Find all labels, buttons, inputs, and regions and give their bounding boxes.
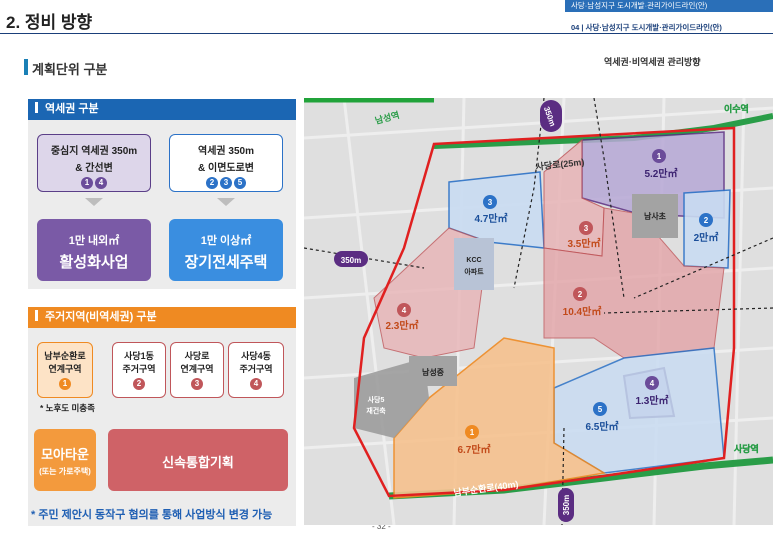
zone-badge: 3	[220, 177, 232, 189]
zone-num: 3	[488, 198, 493, 207]
down-arrow-icon	[85, 198, 103, 206]
school-namsa: 남사초	[644, 211, 667, 221]
zone-badge: 3	[191, 378, 203, 390]
moa-town-label: 모아타운	[41, 447, 89, 462]
revitalization-area: 1만 내외㎡	[68, 235, 120, 247]
recon-1: 사당5	[368, 395, 385, 404]
page: 2. 정비 방향 사당·남성지구 도시개발·관리가이드라인(안) 04 | 사당…	[0, 0, 773, 542]
central-station-zones: 14	[38, 177, 150, 189]
long-term-lease-label: 장기전세주택	[184, 254, 268, 271]
document-title-top: 사당·남성지구 도시개발·관리가이드라인(안)	[565, 0, 773, 12]
recon-2: 재건축	[366, 406, 386, 415]
residential-panel-header: 주거지역(비역세권) 구분	[28, 307, 296, 328]
zone-badge: 1	[59, 378, 71, 390]
long-term-lease-area: 1만 이상㎡	[200, 235, 252, 247]
radius-label-bottom: 350m	[562, 495, 571, 515]
zone-num: 1	[470, 428, 475, 437]
zone-area: 6.5만㎡	[585, 420, 618, 433]
kcc-apt-block	[454, 238, 494, 290]
residential-area-1-line1: 남부순환로	[44, 351, 86, 361]
residential-panel-title: 주거지역(비역세권) 구분	[45, 311, 157, 323]
planning-map: 350m 350m 350m 남성역 이수역 사당역 사당로(25m) 남부순환…	[304, 98, 773, 525]
moa-town-sub: (또는 가로주택)	[39, 467, 91, 476]
residential-area-4-line1: 사당4동	[241, 351, 271, 361]
zone-num: 4	[402, 306, 407, 315]
residential-area-2: 사당1동 주거구역 2	[112, 342, 166, 398]
zone-area: 2만㎡	[694, 231, 719, 244]
apt-kcc-2: 아파트	[464, 267, 484, 276]
residential-area-2-line2: 주거구역	[122, 364, 156, 374]
long-term-lease-box: 1만 이상㎡ 장기전세주택	[169, 219, 283, 281]
residential-area-2-line1: 사당1동	[124, 351, 154, 361]
zone-num: 1	[657, 152, 662, 161]
station-backroad-box: 역세권 350m & 이면도로변 235	[169, 134, 283, 192]
residential-area-3-line2: 연계구역	[180, 364, 214, 374]
zone-badge: 1	[81, 177, 93, 189]
central-station-line1: 중심지 역세권 350m	[50, 146, 138, 157]
central-station-box: 중심지 역세권 350m & 간선변 14	[37, 134, 151, 192]
zone-badge: 4	[95, 177, 107, 189]
zone-area: 6.7만㎡	[457, 443, 490, 456]
apt-kcc-1: KCC	[466, 257, 481, 264]
moa-town-box: 모아타운 (또는 가로주택)	[34, 429, 96, 491]
zone-badge: 4	[250, 378, 262, 390]
zone-area: 5.2만㎡	[644, 167, 677, 180]
residential-area-1-line2: 연계구역	[48, 364, 82, 374]
header-divider	[0, 33, 773, 34]
plan-title: 계획단위 구분	[32, 62, 108, 77]
station-backroad-line1: 역세권 350m	[198, 146, 254, 157]
down-arrow-icon	[217, 198, 235, 206]
radius-label-left: 350m	[341, 256, 361, 265]
zone-num: 5	[598, 405, 603, 414]
footnote: * 주민 제안시 동작구 협의를 통해 사업방식 변경 가능	[31, 509, 273, 521]
school-namseong: 남성중	[422, 367, 445, 377]
zone-num: 3	[584, 224, 589, 233]
fast-track-label: 신속통합기획	[162, 455, 234, 470]
residential-area-3-line1: 사당로	[184, 351, 210, 361]
zone-area: 4.7만㎡	[474, 212, 507, 225]
zone-badge: 2	[133, 378, 145, 390]
residential-area-4-line2: 주거구역	[239, 364, 273, 374]
station-panel-title: 역세권 구분	[45, 103, 99, 115]
zone-area: 1.3만㎡	[635, 394, 668, 407]
section-title: 2. 정비 방향	[6, 13, 93, 32]
zone-num: 4	[650, 379, 655, 388]
zone-area: 10.4만㎡	[563, 305, 602, 318]
zone-area: 2.3만㎡	[385, 319, 418, 332]
station-panel-header: 역세권 구분	[28, 99, 296, 120]
map-svg: 350m 350m 350m 남성역 이수역 사당역 사당로(25m) 남부순환…	[304, 98, 773, 525]
revitalization-label: 활성화사업	[59, 254, 129, 271]
revitalization-box: 1만 내외㎡ 활성화사업	[37, 219, 151, 281]
zone-num: 2	[578, 290, 583, 299]
zone-area: 3.5만㎡	[567, 237, 600, 250]
map-caption: 역세권·비역세권 관리방향	[604, 57, 701, 67]
residential-area-3: 사당로 연계구역 3	[170, 342, 224, 398]
central-station-line2: & 간선변	[75, 163, 113, 174]
station-backroad-zones: 235	[170, 177, 282, 189]
zone-badge: 5	[234, 177, 246, 189]
zone-num: 2	[704, 216, 709, 225]
residential-panel: 주거지역(비역세권) 구분 남부순환로 연계구역 1 사당1동 주거구역 2 사…	[28, 307, 296, 526]
aging-note: * 노후도 미충족	[40, 403, 95, 413]
zone-badge: 2	[206, 177, 218, 189]
residential-area-1: 남부순환로 연계구역 1	[37, 342, 93, 398]
plan-title-marker	[24, 59, 28, 75]
station-area-panel: 역세권 구분 중심지 역세권 350m & 간선변 14 역세권 350m & …	[28, 99, 296, 289]
station-isu: 이수역	[724, 103, 749, 114]
residential-area-4: 사당4동 주거구역 4	[228, 342, 284, 398]
zone-2-station	[683, 189, 731, 269]
fast-track-box: 신속통합기획	[108, 429, 288, 491]
station-sadang: 사당역	[734, 443, 759, 454]
station-backroad-line2: & 이면도로변	[198, 163, 254, 174]
